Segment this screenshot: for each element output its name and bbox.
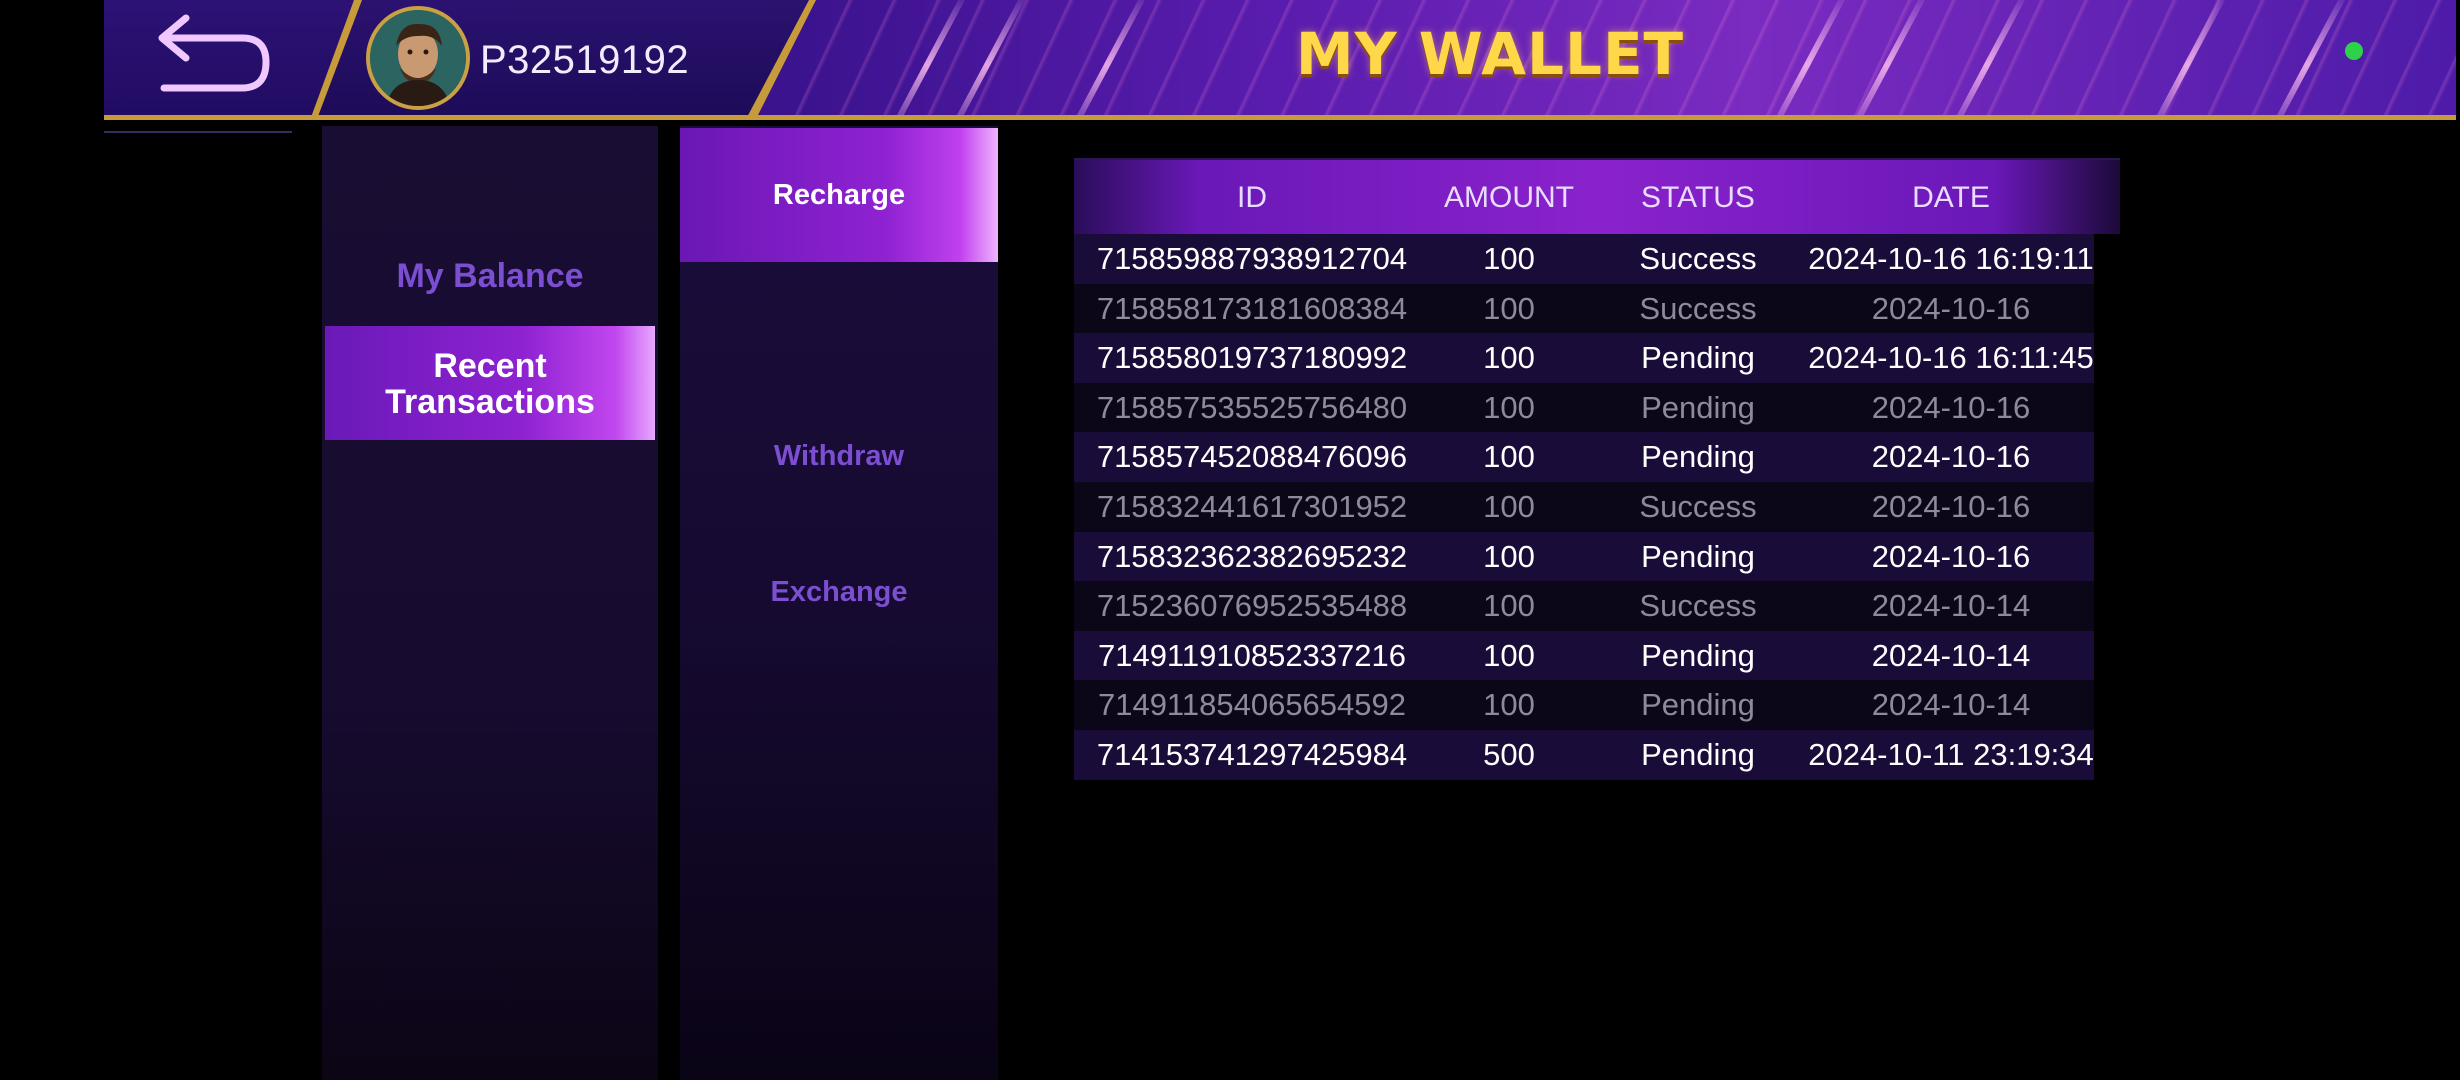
cell-amount: 100 (1483, 588, 1535, 624)
table-row[interactable]: 715858019737180992 100 Pending 2024-10-16 1… (1074, 333, 2094, 383)
cell-status: Pending (1641, 538, 1755, 574)
decor-streak (884, 0, 970, 115)
player-id: P32519192 (480, 38, 690, 82)
cell-amount: 100 (1483, 687, 1535, 723)
table-row[interactable]: 715832441617301952 100 Success 2024-10-16 1… (1074, 481, 2094, 574)
cell-id: 715857535525756480 (1096, 389, 1408, 425)
decor-streak (2144, 0, 2230, 115)
sub-menu: Recharge Withdraw Exchange (680, 126, 998, 1080)
menu-item-my-balance[interactable]: My Balance (325, 240, 655, 312)
cell-status: Pending (1641, 687, 1755, 723)
cell-date: 2024-10-16 16:09:30 (1871, 439, 2031, 524)
cell-id: 715236076952535488 (1096, 588, 1408, 624)
decor-streak (1944, 0, 2030, 115)
cell-amount: 100 (1483, 439, 1535, 475)
tab-exchange[interactable]: Exchange (680, 562, 998, 622)
menu-item-recent-transactions[interactable]: Recent Transactions (325, 326, 655, 440)
decor-streak (1764, 0, 1850, 115)
cell-status: Pending (1641, 439, 1755, 475)
cell-date: 2024-10-14 01:32:02 (1871, 687, 2031, 772)
table-row[interactable]: 714911910852337216 100 Pending 2024-10-14 0… (1074, 630, 2094, 723)
column-header-amount: AMOUNT (1444, 181, 1574, 214)
cell-date: 2024-10-16 16:12:22 (1871, 290, 2031, 376)
cell-date: 2024-10-16 14:30:07 (1871, 488, 2031, 574)
back-arrow-icon (158, 14, 270, 92)
avatar-portrait-icon (370, 10, 466, 106)
cell-date: 2024-10-16 16:11:45 (1808, 340, 2094, 376)
cell-date: 2024-10-16 14:29:48 (1871, 538, 2031, 624)
cell-status: Success (1639, 290, 1757, 326)
table-row[interactable]: 715857535525756480 100 Pending 2024-10-16 1… (1074, 382, 2094, 475)
menu-item-label-line1: Recent (433, 347, 547, 385)
cell-id: 715832441617301952 (1096, 488, 1408, 524)
header-bar: P32519192 MY WALLET (104, 0, 2456, 120)
cell-status: Pending (1641, 736, 1755, 772)
cell-amount: 100 (1483, 637, 1535, 673)
cell-date: 2024-10-16 16:09:50 (1871, 389, 2031, 475)
decor-streak (1064, 0, 1150, 115)
divider (104, 131, 292, 133)
online-dot-icon (2345, 42, 2363, 60)
cell-amount: 100 (1483, 340, 1535, 376)
column-header-status: STATUS (1641, 181, 1755, 214)
table-row[interactable]: 714911854065654592 100 Pending 2024-10-14 0… (1074, 680, 2094, 772)
cell-amount: 100 (1483, 488, 1535, 524)
menu-item-label-line2: Transactions (385, 383, 595, 421)
page-title: MY WALLET (1295, 20, 1685, 88)
tab-recharge[interactable]: Recharge (680, 128, 998, 262)
table-header: ID AMOUNT STATUS DATE (1074, 158, 2120, 234)
cell-id: 714911854065654592 (1097, 687, 1407, 723)
cell-id: 715857452088476096 (1096, 439, 1408, 475)
cell-date: 2024-10-14 23:00:22 (1871, 588, 2031, 673)
cell-status: Success (1639, 588, 1757, 624)
cell-status: Success (1639, 488, 1757, 524)
cell-id: 714911910852337216 (1097, 637, 1407, 673)
cell-id: 715858173181608384 (1096, 290, 1408, 326)
back-button[interactable] (134, 14, 284, 104)
decor-streak (1844, 0, 1930, 115)
cell-status: Pending (1641, 340, 1755, 376)
cell-id: 714153741297425984 (1096, 736, 1408, 772)
column-header-id: ID (1237, 181, 1267, 214)
cell-id: 715832362382695232 (1096, 538, 1408, 574)
cell-amount: 100 (1483, 389, 1535, 425)
left-menu: My Balance Recent Transactions (322, 126, 658, 1080)
table-row[interactable]: 715832362382695232 100 Pending 2024-10-16 1… (1074, 531, 2094, 624)
cell-status: Pending (1641, 389, 1755, 425)
table-row[interactable]: 715858173181608384 100 Success 2024-10-16 1… (1074, 283, 2094, 376)
table-row[interactable]: 715859887938912704 100 Success 2024-10-16 1… (1074, 234, 2094, 284)
cell-amount: 100 (1483, 538, 1535, 574)
player-avatar[interactable] (366, 6, 470, 110)
tab-withdraw[interactable]: Withdraw (680, 426, 998, 486)
cell-amount: 100 (1483, 290, 1535, 326)
table-body: 715859887938912704 100 Success 2024-10-16 1… (1074, 234, 2120, 780)
cell-id: 715858019737180992 (1096, 340, 1408, 376)
cell-amount: 500 (1483, 736, 1535, 772)
table-row[interactable]: 715236076952535488 100 Success 2024-10-14 2… (1074, 581, 2094, 673)
cell-date: 2024-10-16 16:19:11 (1808, 241, 2094, 276)
transactions-table: ID AMOUNT STATUS DATE 715859887938912704… (1074, 158, 2120, 780)
cell-amount: 100 (1483, 241, 1535, 276)
decor-streak (944, 0, 1030, 115)
table-row[interactable]: 714153741297425984 500 Pending 2024-10-11 2… (1074, 729, 2094, 780)
wallet-screen: P32519192 MY WALLET My Balance Recent Tr… (0, 0, 2460, 1080)
cell-date: 2024-10-14 01:32:15 (1871, 637, 2031, 723)
table-row[interactable]: 715857452088476096 100 Pending 2024-10-16 1… (1074, 432, 2094, 524)
cell-status: Success (1639, 241, 1757, 276)
cell-status: Pending (1641, 637, 1755, 673)
cell-date: 2024-10-11 23:19:34 (1808, 736, 2094, 772)
decor-streak (2264, 0, 2350, 115)
column-header-date: DATE (1912, 181, 1990, 214)
cell-id: 715859887938912704 (1096, 241, 1408, 276)
